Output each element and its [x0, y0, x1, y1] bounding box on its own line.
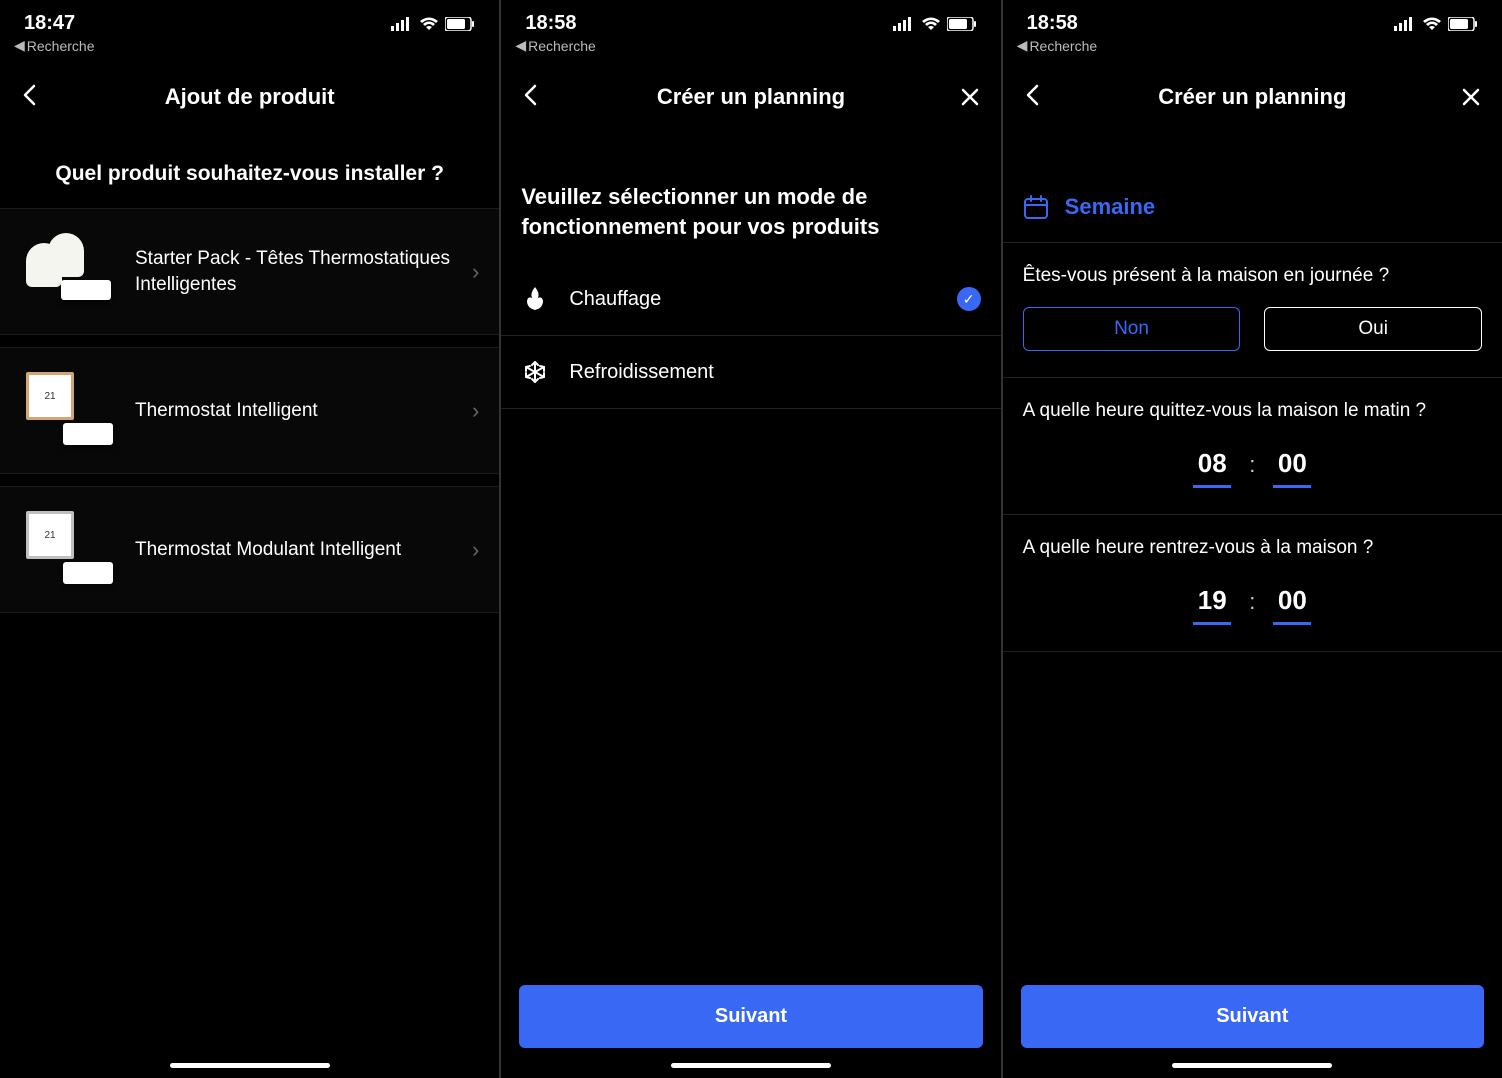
hour-input[interactable]: 19: [1193, 585, 1231, 625]
product-label: Thermostat Modulant Intelligent: [135, 537, 452, 563]
back-to-app[interactable]: ◀ Recherche: [1003, 35, 1502, 66]
nav-header: Créer un planning: [1003, 66, 1502, 128]
product-image: [20, 507, 115, 592]
status-icons: [1394, 17, 1478, 31]
back-app-label: Recherche: [528, 38, 596, 54]
time-separator: :: [1249, 589, 1255, 621]
minute-input[interactable]: 00: [1273, 448, 1311, 488]
back-button[interactable]: [22, 82, 36, 113]
nav-header: Ajout de produit: [0, 66, 499, 128]
back-to-app[interactable]: ◀ Recherche: [501, 35, 1000, 66]
home-indicator[interactable]: [1172, 1063, 1332, 1068]
time-separator: :: [1249, 452, 1255, 484]
hour-input[interactable]: 08: [1193, 448, 1231, 488]
footer: Suivant: [501, 971, 1000, 1078]
back-button[interactable]: [1025, 82, 1039, 113]
wifi-icon: [419, 17, 439, 31]
home-indicator[interactable]: [671, 1063, 831, 1068]
status-bar: 18:47: [0, 0, 499, 35]
product-label: Thermostat Intelligent: [135, 398, 452, 424]
question-text: A quelle heure rentrez-vous à la maison …: [1023, 537, 1482, 559]
signal-icon: [391, 17, 413, 31]
chevron-right-icon: ›: [472, 398, 479, 424]
product-image: [20, 229, 115, 314]
footer: Suivant: [1003, 971, 1502, 1078]
wifi-icon: [1422, 17, 1442, 31]
product-image: [20, 368, 115, 453]
week-label: Semaine: [1065, 194, 1156, 220]
close-icon: [1462, 88, 1480, 106]
screen-add-product: 18:47 ◀ Recherche Ajout de produit Quel …: [0, 0, 499, 1078]
page-title: Créer un planning: [657, 84, 845, 110]
signal-icon: [1394, 17, 1416, 31]
back-to-app[interactable]: ◀ Recherche: [0, 35, 499, 66]
screen-create-planning-mode: 18:58 ◀ Recherche Créer un planning Veui…: [501, 0, 1000, 1078]
page-title: Créer un planning: [1158, 84, 1346, 110]
product-item-starter-pack[interactable]: Starter Pack - Têtes Thermostatiques Int…: [0, 208, 499, 335]
flame-icon: [521, 285, 549, 313]
toggle-row: Non Oui: [1023, 307, 1482, 351]
mode-label: Chauffage: [569, 288, 936, 311]
home-indicator[interactable]: [170, 1063, 330, 1068]
status-time: 18:47: [24, 12, 75, 35]
battery-icon: [947, 17, 977, 31]
close-icon: [961, 88, 979, 106]
status-bar: 18:58: [501, 0, 1000, 35]
back-triangle-icon: ◀: [1017, 37, 1028, 54]
mode-item-cooling[interactable]: Refroidissement: [501, 336, 1000, 409]
status-bar: 18:58: [1003, 0, 1502, 35]
check-icon: ✓: [957, 287, 981, 311]
option-no[interactable]: Non: [1023, 307, 1241, 351]
battery-icon: [445, 17, 475, 31]
product-item-modulating-thermostat[interactable]: Thermostat Modulant Intelligent ›: [0, 486, 499, 613]
product-label: Starter Pack - Têtes Thermostatiques Int…: [135, 246, 452, 297]
chevron-left-icon: [523, 84, 537, 106]
back-app-label: Recherche: [27, 38, 95, 54]
battery-icon: [1448, 17, 1478, 31]
status-icons: [391, 17, 475, 31]
status-icons: [893, 17, 977, 31]
screen-create-planning-times: 18:58 ◀ Recherche Créer un planning Sema…: [1003, 0, 1502, 1078]
signal-icon: [893, 17, 915, 31]
question-leave-time: A quelle heure quittez-vous la maison le…: [1003, 378, 1502, 515]
next-button[interactable]: Suivant: [519, 985, 982, 1048]
next-button[interactable]: Suivant: [1021, 985, 1484, 1048]
back-app-label: Recherche: [1029, 38, 1097, 54]
option-yes[interactable]: Oui: [1264, 307, 1482, 351]
chevron-left-icon: [1025, 84, 1039, 106]
back-button[interactable]: [523, 82, 537, 113]
time-picker-return: 19 : 00: [1023, 585, 1482, 625]
heading: Veuillez sélectionner un mode de fonctio…: [501, 128, 1000, 263]
nav-header: Créer un planning: [501, 66, 1000, 128]
close-button[interactable]: [1462, 82, 1480, 113]
content-area: Veuillez sélectionner un mode de fonctio…: [501, 128, 1000, 971]
status-time: 18:58: [1027, 12, 1078, 35]
close-button[interactable]: [961, 82, 979, 113]
time-picker-leave: 08 : 00: [1023, 448, 1482, 488]
minute-input[interactable]: 00: [1273, 585, 1311, 625]
heading: Quel produit souhaitez-vous installer ?: [0, 128, 499, 208]
product-item-thermostat[interactable]: Thermostat Intelligent ›: [0, 347, 499, 474]
chevron-left-icon: [22, 84, 36, 106]
page-title: Ajout de produit: [165, 84, 335, 110]
content-area: Quel produit souhaitez-vous installer ? …: [0, 128, 499, 1078]
snowflake-icon: [521, 358, 549, 386]
wifi-icon: [921, 17, 941, 31]
week-header[interactable]: Semaine: [1003, 168, 1502, 243]
back-triangle-icon: ◀: [14, 37, 25, 54]
chevron-right-icon: ›: [472, 537, 479, 563]
back-triangle-icon: ◀: [515, 37, 526, 54]
status-time: 18:58: [525, 12, 576, 35]
question-return-time: A quelle heure rentrez-vous à la maison …: [1003, 515, 1502, 652]
question-text: Êtes-vous présent à la maison en journée…: [1023, 265, 1482, 287]
question-presence: Êtes-vous présent à la maison en journée…: [1003, 243, 1502, 378]
mode-item-heating[interactable]: Chauffage ✓: [501, 263, 1000, 336]
content-area: Semaine Êtes-vous présent à la maison en…: [1003, 128, 1502, 971]
question-text: A quelle heure quittez-vous la maison le…: [1023, 400, 1482, 422]
calendar-icon: [1023, 194, 1049, 220]
chevron-right-icon: ›: [472, 259, 479, 285]
mode-label: Refroidissement: [569, 361, 980, 384]
